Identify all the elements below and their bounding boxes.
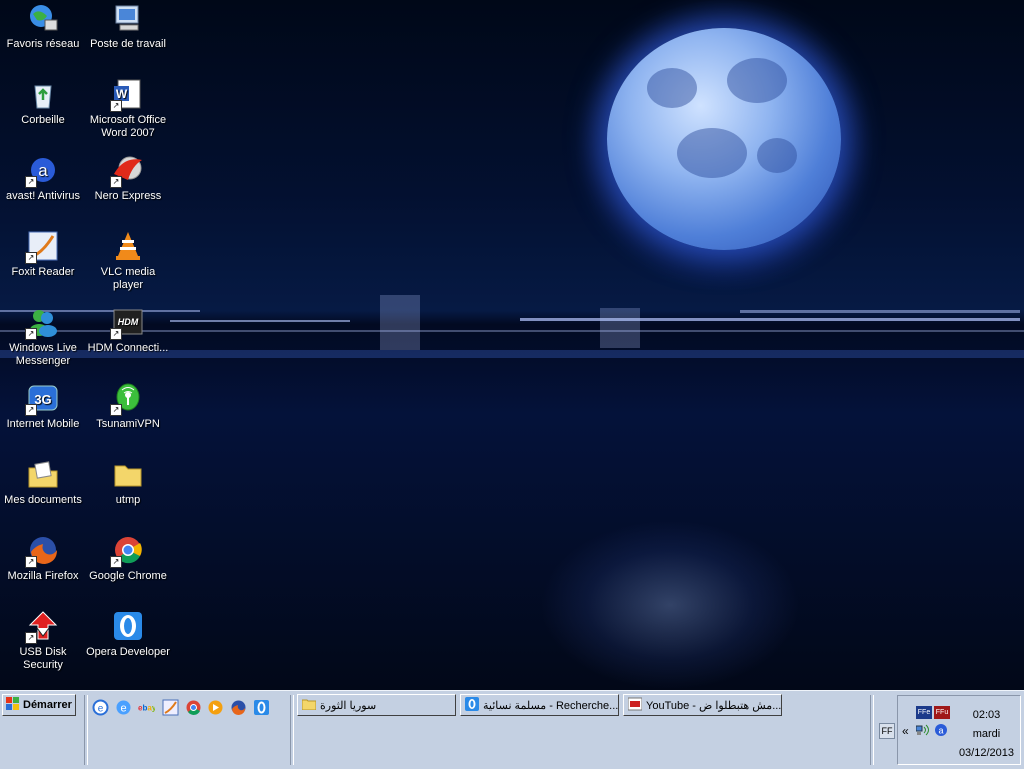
ff-tray-icon[interactable]: FFe	[916, 706, 932, 719]
desktop-icon-label: Nero Express	[94, 190, 162, 202]
desktop-icon-corbeille[interactable]: Corbeille	[0, 78, 86, 127]
desktop-icon-vlc[interactable]: VLC media player	[85, 230, 171, 292]
folder-icon	[112, 458, 144, 490]
desktop-icon-usb-disk-security[interactable]: ↗ USB Disk Security	[0, 610, 86, 672]
system-tray: « FFe FFu a 02:03 mardi 03/12/2013	[897, 695, 1021, 765]
firefox-icon: ↗	[25, 534, 59, 568]
desktop-icon-utmp[interactable]: utmp	[85, 458, 171, 507]
start-button[interactable]: Démarrer	[2, 694, 76, 716]
desktop-background: Favoris réseau Corbeille a ↗ avast! Anti…	[0, 0, 1024, 690]
svg-text:e: e	[120, 703, 126, 715]
quicklaunch-ie-icon[interactable]: e	[92, 699, 109, 716]
taskbar-window-youtube[interactable]: YouTube - مش هتبطلوا ض...	[623, 694, 782, 716]
desktop-icon-chrome[interactable]: ↗ Google Chrome	[85, 534, 171, 583]
taskbar-window-title: مسلمة نسائية - Recherche...	[483, 699, 619, 712]
hdm-icon: HDM ↗	[110, 306, 144, 340]
internet-mobile-3g-icon: 3G ↗	[25, 382, 59, 416]
desktop-icon-label: USB Disk Security	[19, 646, 67, 671]
messenger-icon: ↗	[25, 306, 59, 340]
svg-text:ebay: ebay	[138, 704, 155, 713]
network-tray-icon[interactable]	[915, 724, 930, 739]
desktop-icon-favoris-reseau[interactable]: Favoris réseau	[0, 2, 86, 51]
my-computer-icon	[112, 2, 144, 34]
taskbar-separator	[290, 695, 294, 765]
clock-date: 03/12/2013	[958, 747, 1014, 759]
desktop-icon-label: TsunamiVPN	[96, 418, 160, 430]
tsunamivpn-icon: ↗	[110, 382, 144, 416]
desktop-icon-label: Opera Developer	[86, 646, 170, 658]
quicklaunch-foxit-icon[interactable]	[162, 699, 179, 716]
desktop-icon-nero-express[interactable]: ↗ Nero Express	[85, 154, 171, 203]
desktop-icon-label: utmp	[115, 494, 141, 506]
quicklaunch-ie2-icon[interactable]: e	[115, 699, 132, 716]
desktop-icon-label: Windows Live Messenger	[9, 342, 77, 367]
nero-icon: ↗	[110, 154, 144, 188]
quicklaunch-chrome-icon[interactable]	[185, 699, 202, 716]
svg-text:a: a	[38, 161, 48, 180]
windows-logo-icon	[6, 696, 20, 714]
network-favorites-icon	[27, 2, 59, 34]
ffu-tray-icon[interactable]: FFu	[934, 706, 950, 719]
desktop-icon-mes-documents[interactable]: Mes documents	[0, 458, 86, 507]
moon-reflection	[540, 520, 800, 690]
svg-text:e: e	[98, 704, 104, 715]
taskbar: Démarrer e e ebay سوريا الثورة مسلمة نسا…	[0, 690, 1024, 769]
quicklaunch-media-player-icon[interactable]	[207, 699, 224, 716]
clock-time: 02:03	[972, 709, 1001, 721]
svg-text:a: a	[938, 726, 943, 736]
chrome-icon: ↗	[110, 534, 144, 568]
taskbar-window-opera[interactable]: مسلمة نسائية - Recherche...	[460, 694, 619, 716]
folder-icon	[301, 698, 317, 713]
desktop-icon-label: Mes documents	[4, 494, 82, 506]
svg-text:W: W	[116, 87, 128, 101]
taskbar-window-title: YouTube - مش هتبطلوا ض...	[646, 699, 782, 712]
desktop-icon-label: Mozilla Firefox	[7, 570, 79, 582]
desktop-icon-poste-de-travail[interactable]: Poste de travail	[85, 2, 171, 51]
desktop-icon-label: VLC media player	[100, 266, 156, 291]
vlc-icon	[112, 230, 144, 262]
opera-icon	[465, 696, 479, 714]
start-label: Démarrer	[23, 699, 72, 711]
opera-icon	[112, 610, 144, 642]
desktop-icon-internet-mobile[interactable]: 3G ↗ Internet Mobile	[0, 382, 86, 431]
svg-text:HDM: HDM	[118, 317, 139, 327]
desktop-icon-label: HDM Connecti...	[87, 342, 169, 354]
desktop-icon-hdm-connect[interactable]: HDM ↗ HDM Connecti...	[85, 306, 171, 355]
avast-icon: a ↗	[25, 154, 59, 188]
quicklaunch-opera-icon[interactable]	[253, 699, 270, 716]
moon	[607, 28, 841, 250]
word-icon: W ↗	[110, 78, 144, 112]
desktop-icon-label: avast! Antivirus	[6, 190, 80, 202]
desktop-icon-label: Poste de travail	[90, 38, 166, 50]
quicklaunch-firefox-icon[interactable]	[230, 699, 247, 716]
taskbar-separator	[84, 695, 88, 765]
desktop-icon-label: Corbeille	[21, 114, 65, 126]
language-indicator[interactable]: FF	[879, 723, 895, 739]
desktop-icon-foxit[interactable]: ↗ Foxit Reader	[0, 230, 86, 279]
desktop-icon-messenger[interactable]: ↗ Windows Live Messenger	[0, 306, 86, 368]
desktop-icon-firefox[interactable]: ↗ Mozilla Firefox	[0, 534, 86, 583]
taskbar-separator	[870, 695, 874, 765]
taskbar-window-folder[interactable]: سوريا الثورة	[297, 694, 456, 716]
desktop-icon-label: Foxit Reader	[11, 266, 75, 278]
desktop-icon-opera-developer[interactable]: Opera Developer	[85, 610, 171, 659]
usb-disk-security-icon: ↗	[25, 610, 59, 644]
clock[interactable]: 02:03 mardi 03/12/2013	[959, 706, 1014, 763]
avast-tray-icon[interactable]: a	[934, 723, 948, 740]
desktop-icon-label: Microsoft Office Word 2007	[89, 114, 167, 139]
recycle-bin-icon	[27, 78, 59, 110]
quicklaunch-ebay-icon[interactable]: ebay	[138, 699, 157, 716]
desktop-icon-label: Internet Mobile	[6, 418, 80, 430]
desktop-icon-word-2007[interactable]: W ↗ Microsoft Office Word 2007	[85, 78, 171, 140]
desktop-icon-avast[interactable]: a ↗ avast! Antivirus	[0, 154, 86, 203]
desktop-icon-tsunamivpn[interactable]: ↗ TsunamiVPN	[85, 382, 171, 431]
my-documents-icon	[27, 458, 59, 490]
clock-day: mardi	[972, 728, 1001, 740]
tray-expand-button[interactable]: «	[902, 724, 909, 738]
desktop-icon-label: Favoris réseau	[6, 38, 80, 50]
desktop-icon-label: Google Chrome	[89, 570, 167, 582]
taskbar-window-title: سوريا الثورة	[320, 699, 377, 712]
foxit-icon: ↗	[25, 230, 59, 264]
youtube-icon	[627, 697, 643, 714]
